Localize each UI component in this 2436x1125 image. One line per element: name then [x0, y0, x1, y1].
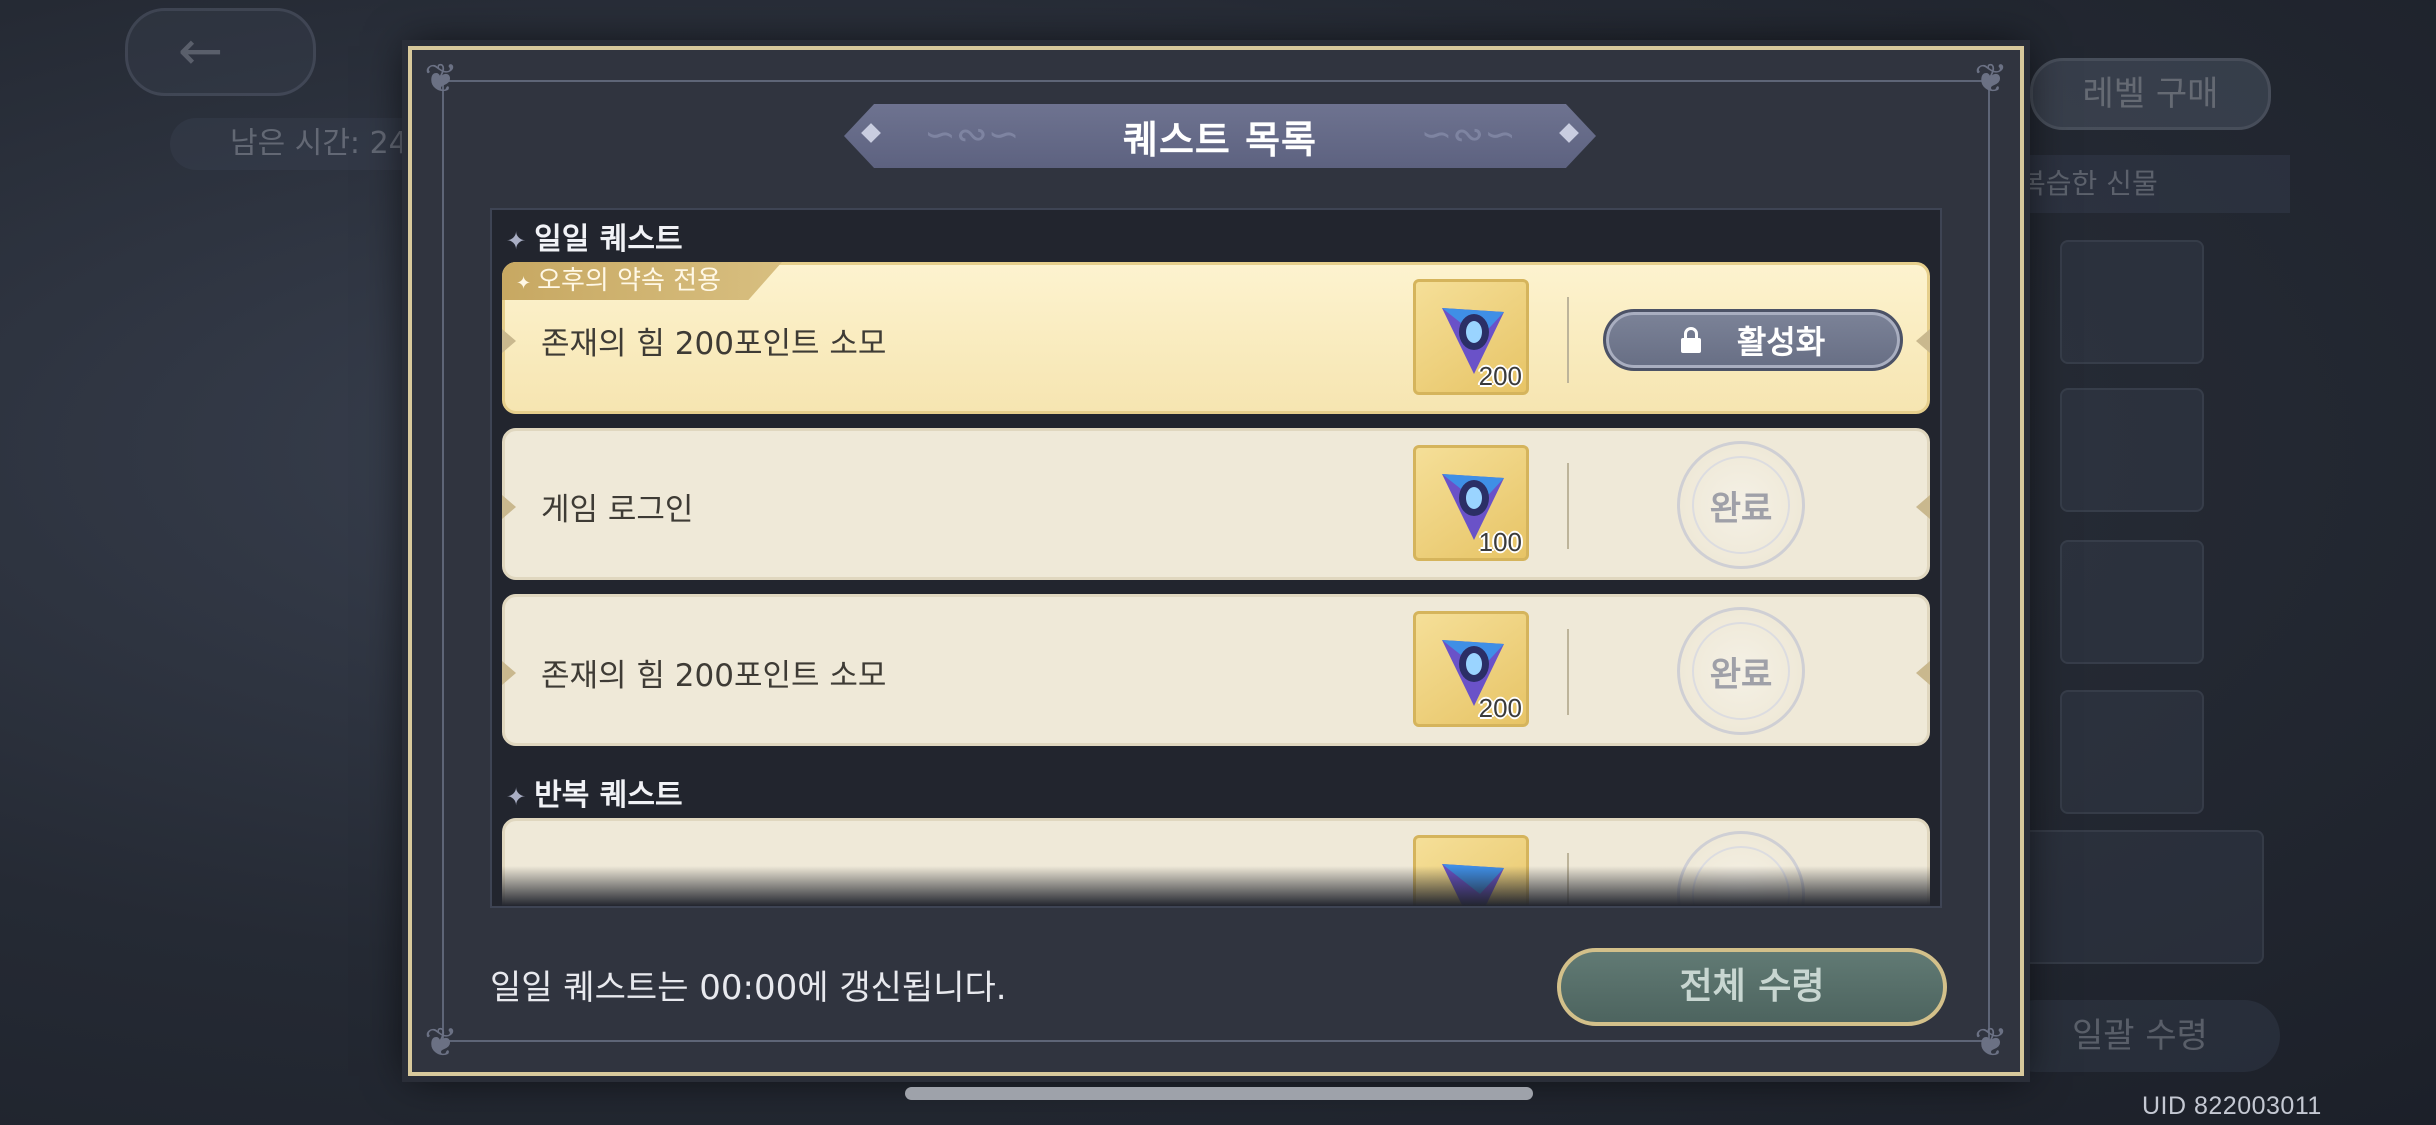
dialog-title: 퀘스트 목록 [1122, 117, 1318, 162]
row-notch [1916, 495, 1930, 519]
bg-claim-button: 일괄 수령 [2000, 1000, 2280, 1072]
quest-list[interactable]: ✦일일 퀘스트 ✦오후의 약속 전용 존재의 힘 200포인트 소모 200 [490, 208, 1942, 908]
row-notch [502, 495, 516, 519]
quest-name: 존재의 힘 200포인트 소모 [541, 326, 887, 362]
quest-list-dialog: ❦ ❦ ❦ ❦ ∽∾∽ 퀘스트 목록 ∽∾∽ ✦ 일일 퀘스트 ✦ 오후의 약속 전… [408, 46, 2024, 1076]
quest-row: 존재의 힘 200포인트 소모 200 완료 [502, 594, 1930, 746]
back-button [125, 8, 316, 96]
lock-icon [1680, 327, 1701, 353]
completed-stamp: 완료 [1677, 441, 1805, 569]
reward-count: 200 [1478, 693, 1522, 723]
reset-time-note: 일일 퀘스트는 00:00에 갱신됩니다. [490, 968, 1007, 1008]
row-notch [1916, 329, 1930, 353]
row-divider [1567, 297, 1569, 383]
diamond-ornament-icon [861, 123, 881, 143]
uid-label: UID 822003011 [2142, 1092, 2322, 1120]
sparkle-icon: ✦ [506, 783, 527, 811]
row-notch [502, 329, 516, 353]
activate-label: 활성화 [1736, 323, 1826, 361]
title-banner: ∽∾∽ 퀘스트 목록 ∽∾∽ [844, 104, 1596, 168]
row-notch [1916, 661, 1930, 685]
activate-button[interactable]: 활성화 [1603, 309, 1903, 371]
corner-ornament-icon: ❦ [424, 1020, 458, 1066]
bg-reward-card [2020, 830, 2264, 964]
sparkle-icon: ✦ [516, 273, 532, 294]
quest-name: 게임 로그인 [541, 492, 694, 528]
reward-item[interactable]: 200 [1413, 611, 1529, 727]
reward-item[interactable]: 200 [1413, 279, 1529, 395]
row-notch [502, 661, 516, 685]
corner-ornament-icon: ❦ [1974, 56, 2008, 102]
quest-row [502, 818, 1930, 906]
reward-count: 200 [1478, 361, 1522, 391]
reward-item[interactable]: 100 [1413, 445, 1529, 561]
section-header-repeat: ✦ 반복 퀘스트 [506, 778, 683, 813]
corner-ornament-icon: ❦ [424, 56, 458, 102]
row-divider [1567, 853, 1569, 906]
exclusive-tag: ✦ 오후의 약속 전용 [502, 262, 782, 300]
bg-reward-card [2060, 388, 2204, 512]
scroll-ornament-icon: ∽∾∽ [924, 112, 1020, 156]
claim-all-button[interactable]: 전체 수령 [1557, 948, 1947, 1026]
crystal-gem-icon [1442, 864, 1504, 906]
bg-reward-card [2060, 540, 2204, 664]
home-indicator[interactable] [905, 1087, 1533, 1100]
reward-count: 100 [1478, 527, 1522, 557]
diamond-ornament-icon [1559, 123, 1579, 143]
bg-reward-card [2060, 690, 2204, 814]
corner-ornament-icon: ❦ [1974, 1020, 2008, 1066]
scroll-ornament-icon: ∽∾∽ [1420, 112, 1516, 156]
section-header-daily: ✦ 일일 퀘스트 [506, 222, 683, 257]
reward-item[interactable] [1413, 835, 1529, 906]
side-banner: 복습한 신물 [2000, 155, 2290, 213]
row-divider [1567, 463, 1569, 549]
bg-reward-card [2060, 240, 2204, 364]
row-divider [1567, 629, 1569, 715]
quest-name: 존재의 힘 200포인트 소모 [541, 658, 887, 694]
level-buy-button: 레벨 구매 [2030, 58, 2271, 130]
quest-row: 게임 로그인 100 완료 [502, 428, 1930, 580]
quest-row: ✦ 오후의 약속 전용 존재의 힘 200포인트 소모 200 활성화 [502, 262, 1930, 414]
sparkle-icon: ✦ [506, 227, 527, 255]
completed-stamp [1677, 831, 1805, 906]
completed-stamp: 완료 [1677, 607, 1805, 735]
